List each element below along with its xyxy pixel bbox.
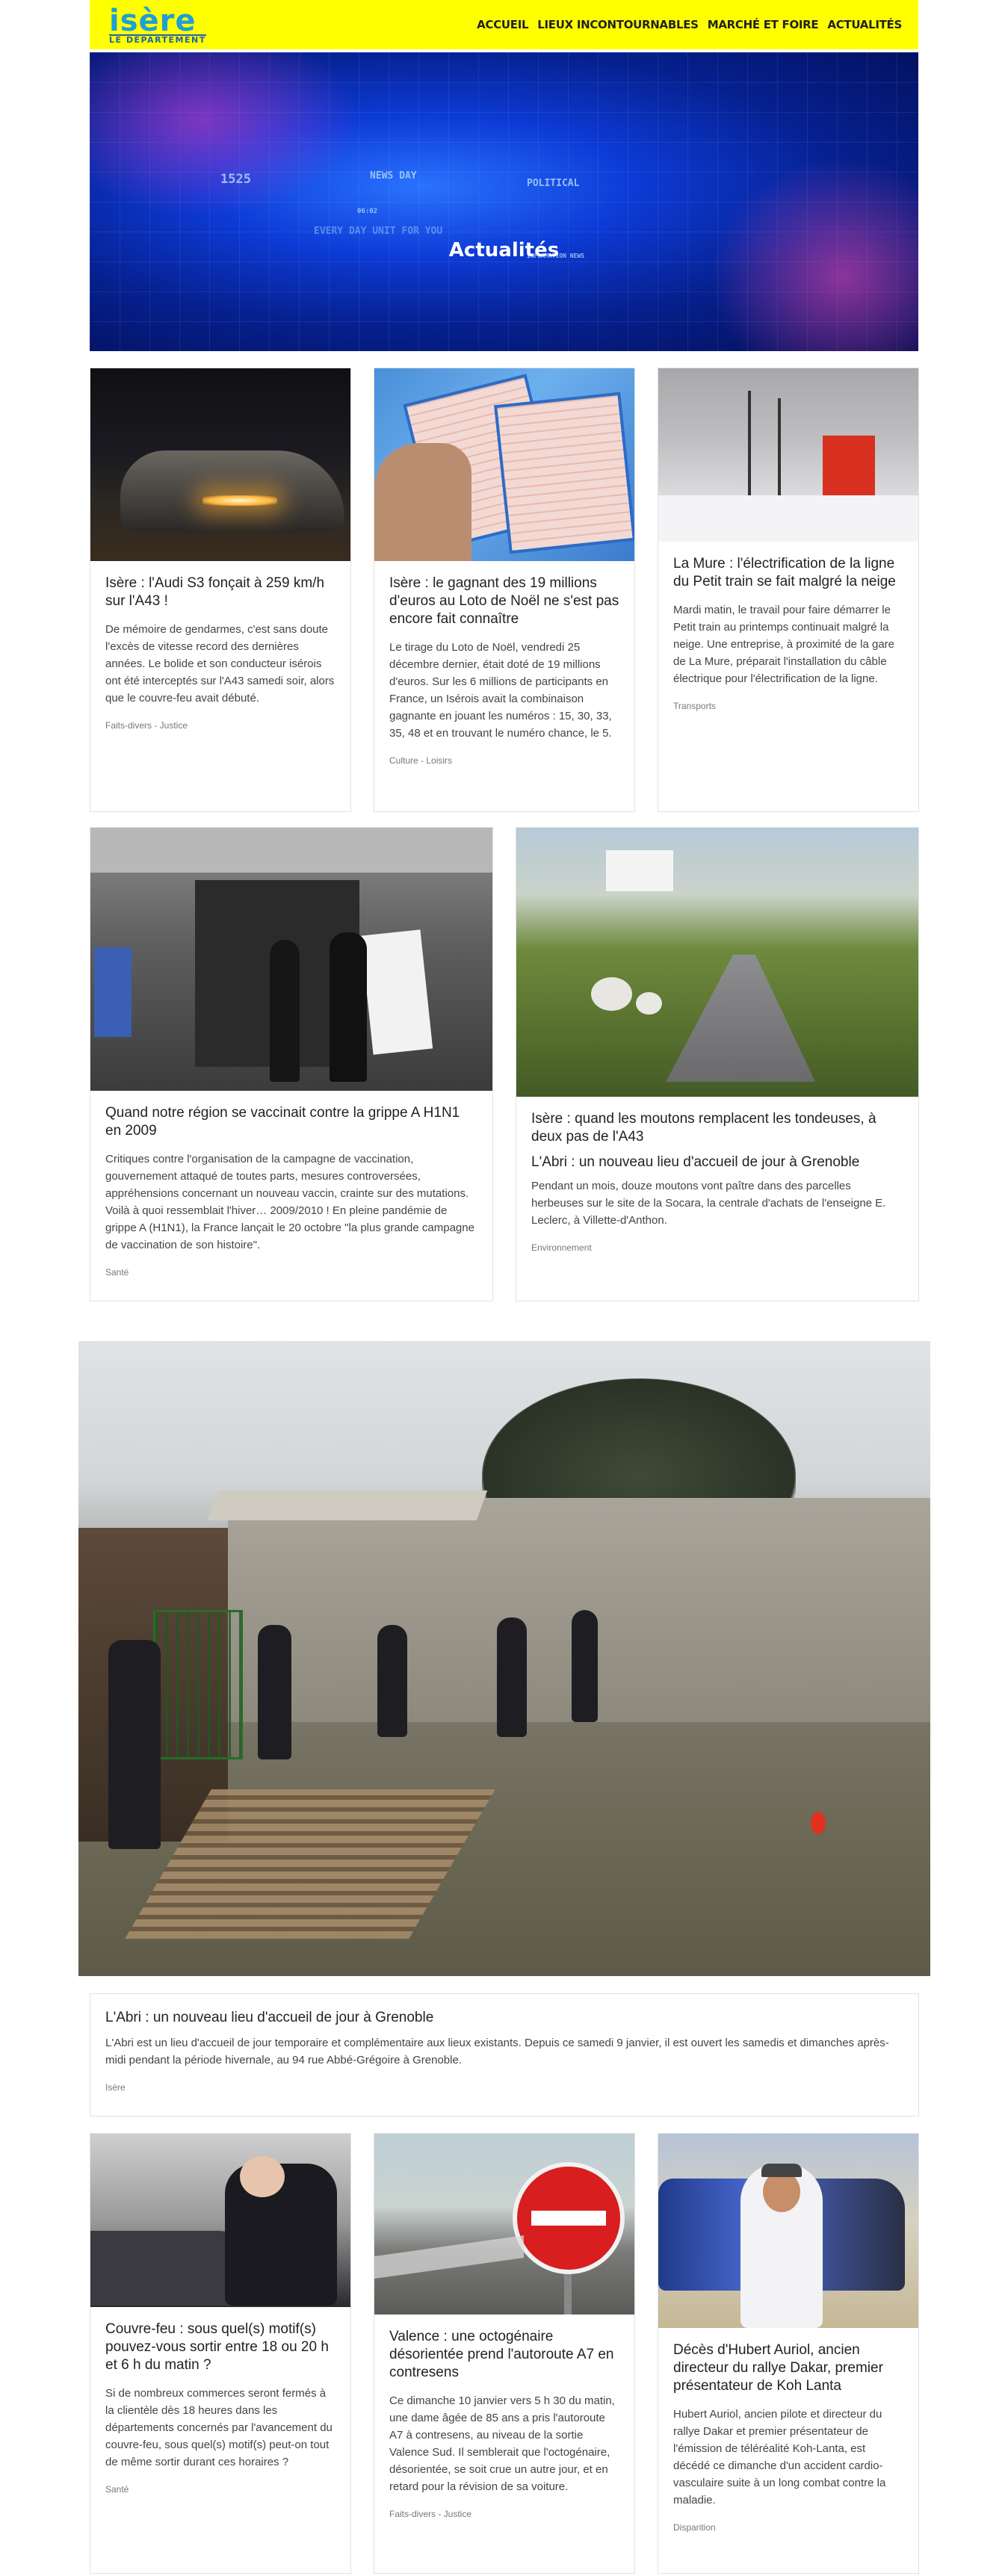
feature-card[interactable]: L'Abri : un nouveau lieu d'accueil de jo… xyxy=(90,1993,919,2117)
nav-accueil[interactable]: ACCUEIL xyxy=(477,18,528,31)
article-title[interactable]: Valence : une octogénaire désorientée pr… xyxy=(389,2328,619,2382)
article-title[interactable]: Isère : quand les moutons remplacent les… xyxy=(531,1110,903,1146)
article-image[interactable] xyxy=(90,368,350,561)
article-image[interactable] xyxy=(658,2134,918,2328)
article-image[interactable] xyxy=(90,2134,350,2307)
article-title[interactable]: L'Abri : un nouveau lieu d'accueil de jo… xyxy=(105,2009,903,2027)
article-card[interactable]: La Mure : l'électrification de la ligne … xyxy=(658,368,919,812)
article-image[interactable] xyxy=(374,2134,634,2315)
hero-deco-everyday: EVERY DAY UNIT FOR YOU xyxy=(314,226,443,237)
article-title[interactable]: Isère : le gagnant des 19 millions d'eur… xyxy=(389,575,619,628)
article-card[interactable]: Valence : une octogénaire désorientée pr… xyxy=(374,2133,635,2574)
article-category[interactable]: Transports xyxy=(673,701,903,711)
article-excerpt: Le tirage du Loto de Noël, vendredi 25 d… xyxy=(389,641,612,740)
article-card[interactable]: Isère : le gagnant des 19 millions d'eur… xyxy=(374,368,635,812)
article-card[interactable]: Quand notre région se vaccinait contre l… xyxy=(90,827,493,1301)
article-excerpt: De mémoire de gendarmes, c'est sans dout… xyxy=(105,623,335,705)
nav-actualites[interactable]: ACTUALITÉS xyxy=(827,18,902,31)
hero-deco-time: 06:02 xyxy=(357,208,378,215)
article-excerpt: Pendant un mois, douze moutons vont paît… xyxy=(531,1180,886,1227)
nav-marche-et-foire[interactable]: MARCHÉ ET FOIRE xyxy=(708,18,819,31)
article-category[interactable]: Santé xyxy=(105,1267,477,1278)
article-card[interactable]: Isère : l'Audi S3 fonçait à 259 km/h sur… xyxy=(90,368,351,812)
article-excerpt: L'Abri est un lieu d'accueil de jour tem… xyxy=(105,2037,889,2066)
article-category[interactable]: Faits-divers - Justice xyxy=(389,2509,619,2519)
hero-deco-political: POLITICAL xyxy=(527,178,580,189)
nav-lieux-incontournables[interactable]: LIEUX INCONTOURNABLES xyxy=(537,18,699,31)
main-nav: ACCUEIL LIEUX INCONTOURNABLES MARCHÉ ET … xyxy=(477,18,902,31)
page-title: Actualités xyxy=(448,239,560,261)
article-image[interactable] xyxy=(658,368,918,542)
feature-image[interactable] xyxy=(78,1341,930,1976)
article-category[interactable]: Isère xyxy=(105,2082,903,2093)
article-category[interactable]: Environnement xyxy=(531,1242,903,1253)
article-excerpt: Ce dimanche 10 janvier vers 5 h 30 du ma… xyxy=(389,2394,615,2493)
logo-text: isère xyxy=(109,3,197,38)
article-category[interactable]: Culture - Loisirs xyxy=(389,755,619,766)
article-image[interactable] xyxy=(90,828,492,1091)
article-image[interactable] xyxy=(516,828,918,1097)
article-title[interactable]: Quand notre région se vaccinait contre l… xyxy=(105,1104,477,1140)
article-card[interactable]: Isère : quand les moutons remplacent les… xyxy=(516,827,919,1301)
article-title[interactable]: Couvre-feu : sous quel(s) motif(s) pouve… xyxy=(105,2320,336,2374)
article-card[interactable]: Décès d'Hubert Auriol, ancien directeur … xyxy=(658,2133,919,2574)
article-title[interactable]: Décès d'Hubert Auriol, ancien directeur … xyxy=(673,2341,903,2395)
hero-deco-newsday: NEWS DAY xyxy=(370,170,417,182)
article-category[interactable]: Faits-divers - Justice xyxy=(105,720,336,731)
site-header: isère LE DÉPARTEMENT ACCUEIL LIEUX INCON… xyxy=(90,0,918,49)
site-logo[interactable]: isère LE DÉPARTEMENT xyxy=(109,6,206,44)
article-image[interactable] xyxy=(374,368,634,561)
article-card[interactable]: Couvre-feu : sous quel(s) motif(s) pouve… xyxy=(90,2133,351,2574)
article-excerpt: Hubert Auriol, ancien pilote et directeu… xyxy=(673,2408,886,2507)
article-category[interactable]: Disparition xyxy=(673,2522,903,2533)
hero-banner: 1525 NEWS DAY POLITICAL 06:02 EVERY DAY … xyxy=(90,52,918,351)
logo-subtitle: LE DÉPARTEMENT xyxy=(109,34,206,45)
article-title[interactable]: Isère : l'Audi S3 fonçait à 259 km/h sur… xyxy=(105,575,336,610)
article-title[interactable]: La Mure : l'électrification de la ligne … xyxy=(673,555,903,591)
article-excerpt: Mardi matin, le travail pour faire démar… xyxy=(673,604,895,685)
article-excerpt: Critiques contre l'organisation de la ca… xyxy=(105,1153,474,1251)
hero-deco-number: 1525 xyxy=(220,172,251,187)
article-subtitle[interactable]: L'Abri : un nouveau lieu d'accueil de jo… xyxy=(531,1154,903,1171)
article-category[interactable]: Santé xyxy=(105,2484,336,2495)
article-excerpt: Si de nombreux commerces seront fermés à… xyxy=(105,2387,333,2468)
